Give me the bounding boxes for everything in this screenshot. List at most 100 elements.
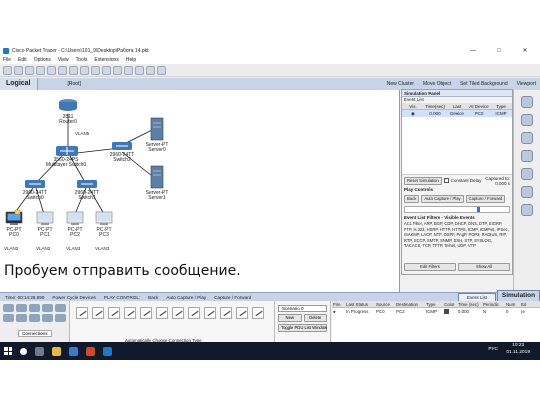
bar-back-button[interactable]: Back xyxy=(148,295,158,300)
power-cycle-button[interactable]: Power Cycle Devices xyxy=(52,295,95,300)
scenario-new-button[interactable]: New xyxy=(278,314,302,322)
pc0-device[interactable]: PC-PT PC0 VLAN2 xyxy=(4,209,23,251)
coaxial-icon[interactable] xyxy=(172,307,184,319)
bar-auto-capture-button[interactable]: Auto Capture / Play xyxy=(166,295,206,300)
server1-device[interactable]: Server-PT Server1 xyxy=(146,165,169,201)
delete-tool-icon[interactable] xyxy=(521,132,533,144)
pdu-row[interactable]: ● In Progress PC0 PC2 ICMP 0.000 N 0 (e xyxy=(332,308,540,315)
menu-view[interactable]: View xyxy=(58,57,69,63)
switch0-device[interactable]: 2960-24TT Switch0 xyxy=(23,180,47,201)
edit-filters-button[interactable]: Edit Filters xyxy=(404,263,456,271)
pdu-fire-button[interactable]: ● xyxy=(332,308,345,315)
octal-cable-icon[interactable] xyxy=(220,307,232,319)
menu-tools[interactable]: Tools xyxy=(76,57,88,63)
zoom-out-icon[interactable] xyxy=(135,65,144,75)
router-device[interactable]: 2811 Router0 VLAN5 xyxy=(59,99,90,136)
zoom-in-icon[interactable] xyxy=(113,65,122,75)
custom-device-icon[interactable] xyxy=(157,65,166,75)
language-indicator[interactable]: РУС xyxy=(488,347,498,352)
open-icon[interactable] xyxy=(14,65,23,75)
minimize-button[interactable]: — xyxy=(460,45,486,56)
close-button[interactable]: ✕ xyxy=(512,45,538,56)
menu-options[interactable]: Options xyxy=(34,57,51,63)
event-list-area[interactable] xyxy=(402,117,512,175)
inspect-tool-icon[interactable] xyxy=(521,114,533,126)
packet-tracer-taskbar-icon[interactable] xyxy=(103,346,112,356)
sim-back-button[interactable]: Back xyxy=(404,195,420,203)
add-simple-pdu-icon[interactable] xyxy=(521,186,533,198)
wireless-icon[interactable] xyxy=(42,304,53,312)
powerpoint-icon[interactable] xyxy=(86,346,95,356)
viewport-button[interactable]: Viewport xyxy=(517,81,536,87)
set-background-button[interactable]: Set Tiled Background xyxy=(460,81,508,87)
routers-icon[interactable] xyxy=(3,304,14,312)
paste-icon[interactable] xyxy=(80,65,89,75)
multilayer-switch-device[interactable]: 3560-24PS Multilayer Switch0 xyxy=(46,146,87,168)
move-object-button[interactable]: Move Object xyxy=(423,81,451,87)
new-icon[interactable] xyxy=(3,65,12,75)
new-cluster-button[interactable]: New Cluster xyxy=(387,81,414,87)
menu-help[interactable]: Help xyxy=(126,57,136,63)
fiber-icon[interactable] xyxy=(140,307,152,319)
task-view-icon[interactable] xyxy=(35,346,44,356)
multiuser-icon[interactable] xyxy=(42,314,53,322)
add-complex-pdu-icon[interactable] xyxy=(521,204,533,216)
note-tool-icon[interactable] xyxy=(521,168,533,180)
switch2-device[interactable]: 2960-24TT Switch2 xyxy=(110,142,134,163)
system-clock[interactable]: 10:23 01.11.2019 xyxy=(506,343,530,356)
scenario-delete-button[interactable]: Delete xyxy=(303,314,327,322)
event-row[interactable]: ◉ 0.000 -- PC0 ICMP xyxy=(402,110,512,117)
save-icon[interactable] xyxy=(25,65,34,75)
serial-dce-icon[interactable] xyxy=(188,307,200,319)
end-devices-icon[interactable] xyxy=(16,314,27,322)
security-icon[interactable] xyxy=(55,304,66,312)
sim-capture-forward-button[interactable]: Capture / Forward xyxy=(465,195,506,203)
show-all-button[interactable]: Show All xyxy=(458,263,510,271)
switches-icon[interactable] xyxy=(16,304,27,312)
browser-icon[interactable] xyxy=(69,346,78,356)
redo-icon[interactable] xyxy=(102,65,111,75)
pc2-device[interactable]: PC-PT PC2 VLAN3 xyxy=(66,211,84,251)
resize-tool-icon[interactable] xyxy=(521,150,533,162)
straight-through-icon[interactable] xyxy=(108,307,120,319)
console-cable-icon[interactable] xyxy=(92,307,104,319)
wan-emulation-icon[interactable] xyxy=(3,314,14,322)
palette-icon[interactable] xyxy=(146,65,155,75)
select-tool-icon[interactable] xyxy=(521,96,533,108)
components-icon[interactable] xyxy=(29,314,40,322)
network-info-icon[interactable] xyxy=(58,65,67,75)
pc3-device[interactable]: PC-PT PC3 VLAN3 xyxy=(95,211,113,251)
crossover-icon[interactable] xyxy=(124,307,136,319)
server0-device[interactable]: Server-PT Server0 xyxy=(146,117,169,153)
print-icon[interactable] xyxy=(36,65,45,75)
copy-icon[interactable] xyxy=(69,65,78,75)
switch1-device[interactable]: 2960-24TT Switch1 xyxy=(75,180,99,201)
toggle-pdu-list-button[interactable]: Toggle PDU List Window xyxy=(278,324,327,332)
search-icon[interactable] xyxy=(20,347,27,355)
undo-icon[interactable] xyxy=(91,65,100,75)
menu-edit[interactable]: Edit xyxy=(18,57,27,63)
maximize-button[interactable]: □ xyxy=(486,45,512,56)
file-explorer-icon[interactable] xyxy=(52,346,61,356)
sim-auto-capture-button[interactable]: Auto Capture / Play xyxy=(421,195,464,203)
hubs-icon[interactable] xyxy=(29,304,40,312)
pdu-edit[interactable]: (e xyxy=(520,308,534,315)
serial-dte-icon[interactable] xyxy=(204,307,216,319)
phone-cable-icon[interactable] xyxy=(156,307,168,319)
logical-tab[interactable]: Logical xyxy=(0,78,38,90)
wizard-icon[interactable] xyxy=(47,65,56,75)
slider-knob[interactable] xyxy=(477,207,480,212)
constant-delay-checkbox[interactable] xyxy=(443,178,449,183)
usb-cable-icon[interactable] xyxy=(252,307,264,319)
windows-start-icon[interactable] xyxy=(4,347,12,355)
reset-simulation-button[interactable]: Reset Simulation xyxy=(404,176,442,185)
custom-devices-icon[interactable] xyxy=(55,314,66,322)
menu-extensions[interactable]: Extensions xyxy=(94,57,118,63)
menu-file[interactable]: File xyxy=(3,57,11,63)
scenario-select[interactable]: Scenario 0 xyxy=(278,305,327,312)
iot-cable-icon[interactable] xyxy=(236,307,248,319)
root-breadcrumb[interactable]: [Root] xyxy=(38,81,81,87)
bar-capture-forward-button[interactable]: Capture / Forward xyxy=(214,295,251,300)
auto-connection-icon[interactable] xyxy=(76,307,88,319)
zoom-reset-icon[interactable] xyxy=(124,65,133,75)
